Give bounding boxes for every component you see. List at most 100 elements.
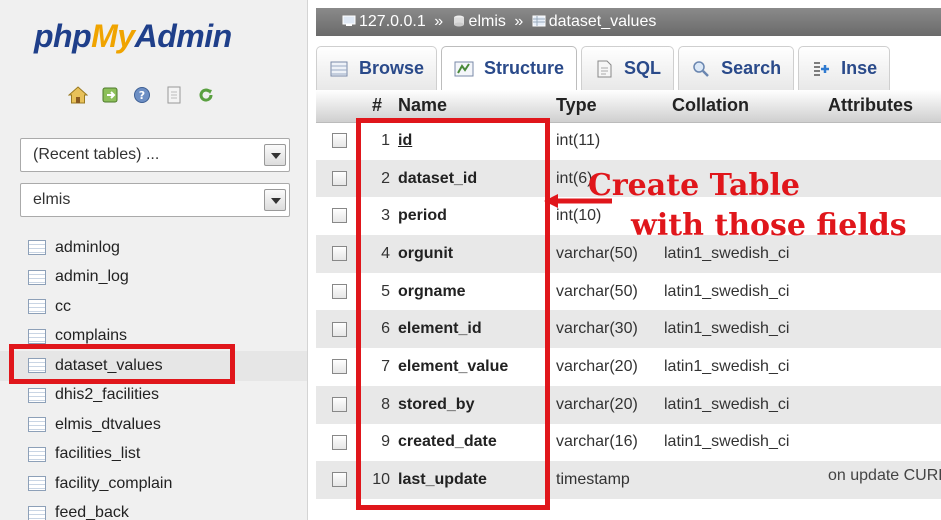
field-type: varchar(50) bbox=[554, 272, 662, 311]
table-row[interactable]: 1 id int(11) bbox=[316, 122, 941, 160]
database-select[interactable]: elmis bbox=[20, 183, 290, 217]
structure-icon bbox=[454, 60, 474, 78]
logo-my: My bbox=[91, 18, 135, 54]
breadcrumb-database[interactable]: elmis bbox=[469, 13, 506, 30]
field-collation: latin1_swedish_ci bbox=[662, 348, 828, 386]
field-collation: latin1_swedish_ci bbox=[662, 385, 828, 424]
main-content: 127.0.0.1 » elmis » dataset_values Brows… bbox=[316, 0, 941, 520]
tab-label: Inse bbox=[841, 58, 878, 78]
table-row[interactable]: 10 last_update timestamp on update CURR bbox=[316, 461, 941, 499]
row-num: 4 bbox=[360, 235, 394, 273]
field-name: created_date bbox=[394, 423, 554, 462]
row-checkbox[interactable] bbox=[332, 396, 347, 412]
breadcrumb-separator: » bbox=[514, 13, 524, 30]
table-list-item[interactable]: admin_log bbox=[0, 263, 307, 293]
field-type: varchar(20) bbox=[554, 385, 662, 424]
table-header-row: # Name Type Collation Attributes bbox=[316, 90, 941, 123]
table-list-item[interactable]: dhis2_facilities bbox=[0, 381, 307, 411]
field-attributes bbox=[828, 122, 941, 160]
database-icon bbox=[453, 15, 464, 27]
table-name: admin_log bbox=[55, 268, 129, 286]
row-checkbox[interactable] bbox=[332, 472, 347, 488]
field-collation: latin1_swedish_ci bbox=[662, 272, 828, 311]
table-list-item[interactable]: cc bbox=[0, 292, 307, 322]
field-name: last_update bbox=[394, 461, 554, 499]
row-num: 5 bbox=[360, 272, 394, 311]
home-icon[interactable] bbox=[62, 84, 94, 106]
row-checkbox[interactable] bbox=[332, 434, 347, 450]
row-select-cell bbox=[316, 348, 360, 386]
table-name: facility_complain bbox=[55, 474, 173, 492]
row-checkbox[interactable] bbox=[332, 283, 347, 299]
field-collation: latin1_swedish_ci bbox=[662, 423, 828, 462]
docs-icon[interactable] bbox=[158, 84, 190, 106]
structure-table: # Name Type Collation Attributes 1 id in… bbox=[316, 90, 941, 499]
header-name[interactable]: Name bbox=[394, 90, 554, 123]
tab-insert[interactable]: Inse bbox=[798, 46, 891, 90]
row-checkbox[interactable] bbox=[332, 321, 347, 337]
row-checkbox[interactable] bbox=[332, 246, 347, 262]
server-icon bbox=[342, 15, 356, 26]
tab-search[interactable]: Search bbox=[678, 46, 795, 90]
table-name: elmis_dtvalues bbox=[55, 415, 161, 433]
field-type: timestamp bbox=[554, 461, 662, 499]
table-name: feed_back bbox=[55, 504, 129, 520]
breadcrumb-table[interactable]: dataset_values bbox=[549, 13, 657, 30]
header-type[interactable]: Type bbox=[554, 90, 662, 123]
table-list-item[interactable]: facility_complain bbox=[0, 469, 307, 499]
row-num: 10 bbox=[360, 461, 394, 499]
chevron-down-icon[interactable] bbox=[264, 144, 286, 166]
row-select-cell bbox=[316, 310, 360, 349]
header-attributes[interactable]: Attributes bbox=[828, 90, 941, 123]
table-list-item[interactable]: feed_back bbox=[0, 499, 307, 520]
row-checkbox[interactable] bbox=[332, 170, 347, 186]
tab-label: Browse bbox=[359, 58, 425, 78]
field-attributes bbox=[828, 385, 941, 424]
table-name: dhis2_facilities bbox=[55, 386, 160, 404]
header-collation[interactable]: Collation bbox=[662, 90, 828, 123]
table-list-item[interactable]: facilities_list bbox=[0, 440, 307, 470]
row-select-cell bbox=[316, 122, 360, 160]
phpmyadmin-logo[interactable]: phpMyAdmin bbox=[34, 16, 232, 56]
logo-admin: Admin bbox=[134, 18, 233, 54]
table-name: adminlog bbox=[55, 238, 120, 256]
field-name: element_value bbox=[394, 348, 554, 386]
header-checkbox-spacer bbox=[316, 90, 360, 123]
table-row[interactable]: 5 orgname varchar(50) latin1_swedish_ci bbox=[316, 272, 941, 311]
table-icon bbox=[28, 446, 46, 462]
table-row[interactable]: 7 element_value varchar(20) latin1_swedi… bbox=[316, 348, 941, 386]
field-name: stored_by bbox=[394, 385, 554, 424]
breadcrumb-server[interactable]: 127.0.0.1 bbox=[359, 13, 426, 30]
recent-tables-value: (Recent tables) ... bbox=[33, 146, 160, 163]
query-window-icon[interactable]: ? bbox=[126, 84, 158, 106]
row-select-cell bbox=[316, 197, 360, 236]
field-name: period bbox=[394, 197, 554, 236]
tab-sql[interactable]: SQL bbox=[581, 46, 675, 90]
reload-icon[interactable] bbox=[190, 84, 222, 106]
row-checkbox[interactable] bbox=[332, 208, 347, 224]
row-checkbox[interactable] bbox=[332, 133, 347, 149]
tab-browse[interactable]: Browse bbox=[316, 46, 438, 90]
row-checkbox[interactable] bbox=[332, 359, 347, 375]
table-row[interactable]: 9 created_date varchar(16) latin1_swedis… bbox=[316, 423, 941, 462]
row-select-cell bbox=[316, 385, 360, 424]
header-num[interactable]: # bbox=[360, 90, 394, 123]
table-icon bbox=[28, 299, 46, 315]
exit-icon[interactable] bbox=[94, 84, 126, 106]
tab-structure[interactable]: Structure bbox=[441, 46, 578, 90]
field-attributes bbox=[828, 310, 941, 349]
chevron-down-icon[interactable] bbox=[264, 189, 286, 211]
table-list-item[interactable]: elmis_dtvalues bbox=[0, 410, 307, 440]
table-list-item[interactable]: adminlog bbox=[0, 233, 307, 263]
insert-icon bbox=[811, 60, 831, 78]
field-collation bbox=[662, 122, 828, 160]
row-select-cell bbox=[316, 272, 360, 311]
table-row[interactable]: 8 stored_by varchar(20) latin1_swedish_c… bbox=[316, 385, 941, 424]
table-icon bbox=[28, 328, 46, 344]
recent-tables-select[interactable]: (Recent tables) ... bbox=[20, 138, 290, 172]
field-attributes: on update CURR bbox=[828, 461, 941, 499]
field-name[interactable]: id bbox=[394, 122, 554, 160]
logo-php: php bbox=[34, 18, 92, 54]
table-row[interactable]: 6 element_id varchar(30) latin1_swedish_… bbox=[316, 310, 941, 349]
row-num: 8 bbox=[360, 385, 394, 424]
